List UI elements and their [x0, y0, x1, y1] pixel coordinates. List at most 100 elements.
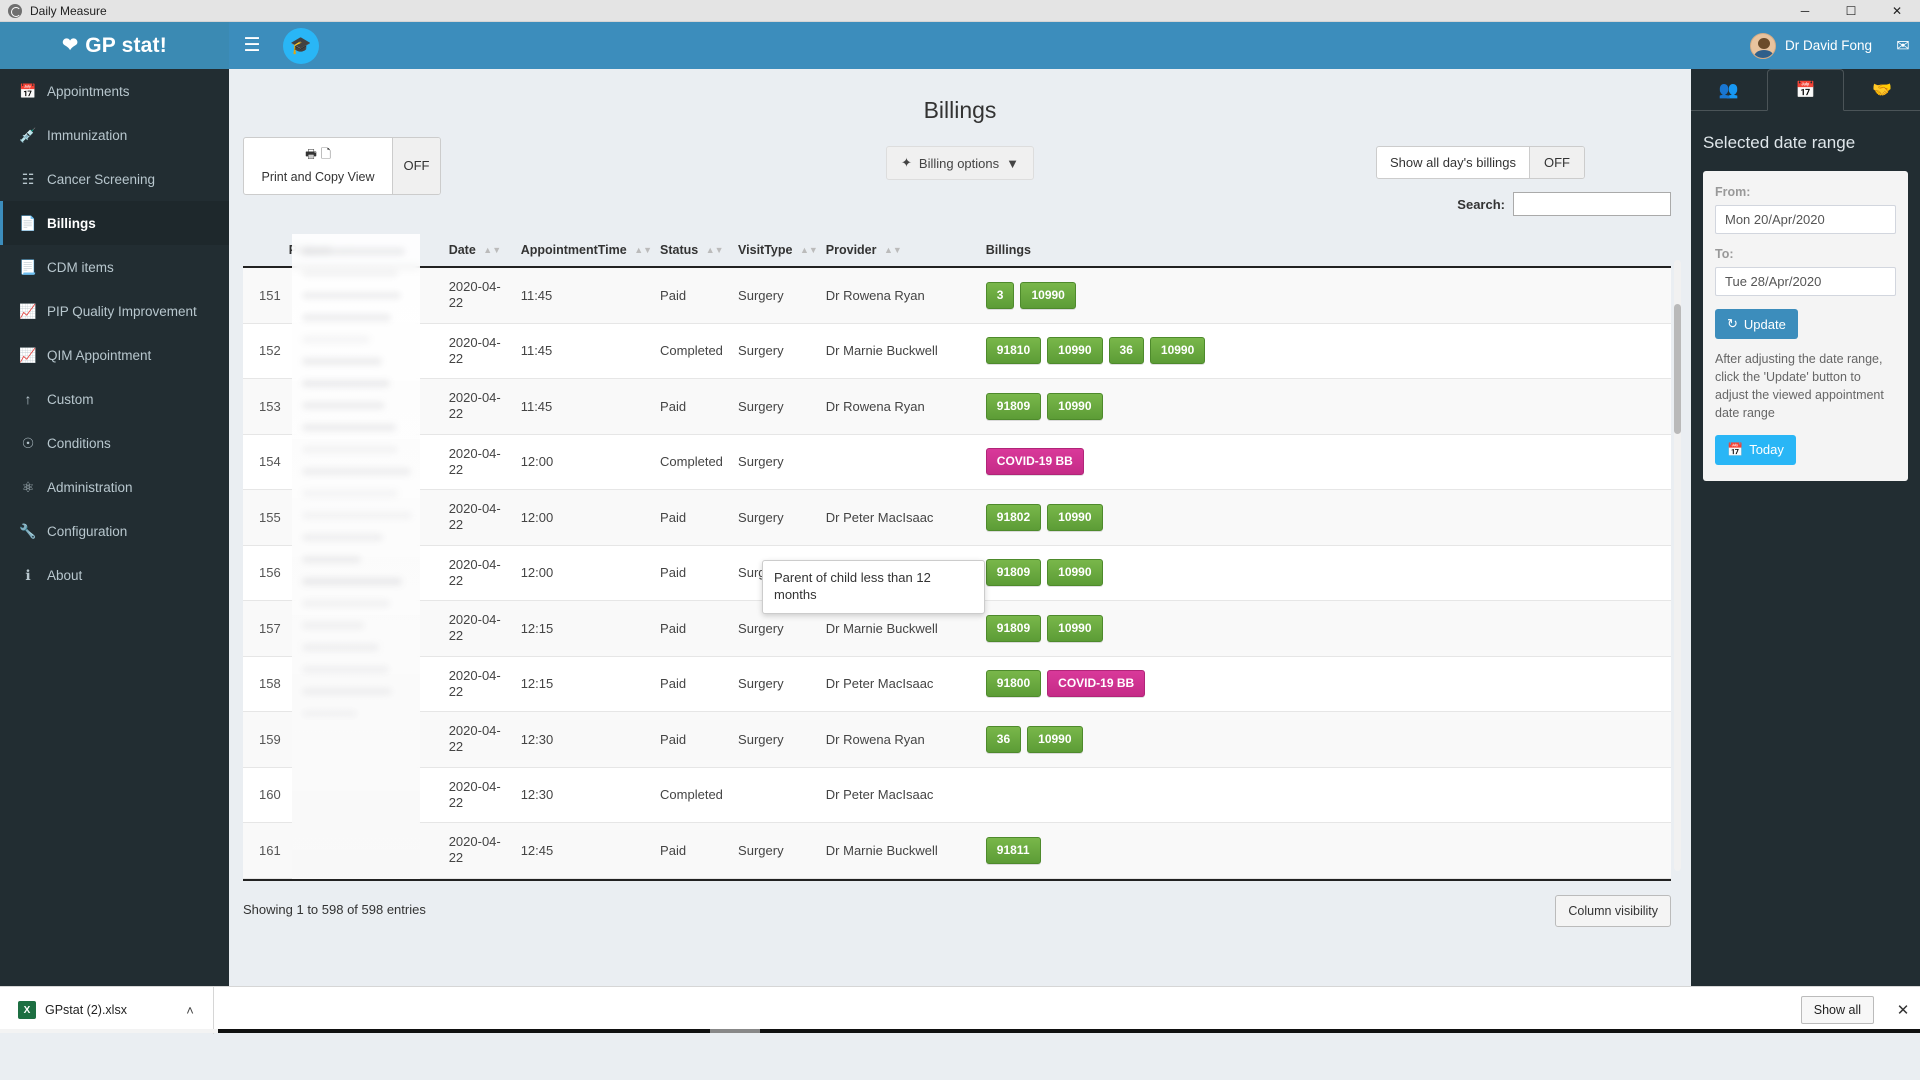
billing-badge[interactable]: 10990: [1027, 726, 1082, 753]
tab-providers[interactable]: 🤝: [1844, 69, 1920, 110]
envelope-icon[interactable]: ✉: [1886, 22, 1920, 69]
downloaded-file-item[interactable]: X GPstat (2).xlsx: [0, 1001, 175, 1019]
column-header-date-label: Date: [449, 243, 476, 257]
billing-badge[interactable]: 10990: [1047, 393, 1102, 420]
print-and-copy-view-toggle[interactable]: 🖶 🗋 Print and Copy View OFF: [243, 137, 441, 195]
print-and-copy-view-state[interactable]: OFF: [392, 138, 440, 194]
billing-badge[interactable]: 91811: [986, 837, 1041, 864]
table-row[interactable]: 1592020-04-2212:30PaidSurgeryDr Rowena R…: [243, 712, 1671, 768]
billing-badge[interactable]: COVID-19 BB: [1047, 670, 1145, 697]
tab-date-range[interactable]: 📅: [1767, 69, 1845, 111]
billing-badge[interactable]: 10990: [1047, 559, 1102, 586]
billing-badge[interactable]: 10990: [1047, 504, 1102, 531]
window-close-button[interactable]: ✕: [1874, 0, 1920, 22]
sidebar-item-label: Configuration: [47, 524, 127, 539]
brand-label: GP stat!: [85, 34, 167, 58]
column-visibility-button[interactable]: Column visibility: [1555, 895, 1671, 927]
cell-date: 2020-04-22: [449, 379, 521, 435]
row-index: 155: [243, 490, 289, 546]
chart-line-icon: 📈: [19, 303, 37, 320]
billing-badge[interactable]: 91809: [986, 615, 1041, 642]
billing-badge[interactable]: 91800: [986, 670, 1041, 697]
billing-badge[interactable]: 36: [1109, 337, 1144, 364]
window-maximize-button[interactable]: ☐: [1828, 0, 1874, 22]
cell-billings: 91810109903610990: [986, 323, 1671, 379]
show-all-day-billings-toggle[interactable]: Show all day's billings OFF: [1376, 146, 1585, 179]
billing-badge[interactable]: 36: [986, 726, 1021, 753]
today-button[interactable]: 📅 Today: [1715, 435, 1796, 465]
billing-badge[interactable]: 3: [986, 282, 1015, 309]
taskbar-strip-segment: [0, 1029, 218, 1033]
sidebar-item-cdm-items[interactable]: 📃 CDM items: [0, 245, 229, 289]
cell-patient: [289, 434, 449, 490]
column-header-appointment-time[interactable]: AppointmentTime ▲▼: [521, 234, 660, 267]
sidebar-item-configuration[interactable]: 🔧 Configuration: [0, 509, 229, 553]
cell-visit-type: Surgery: [738, 656, 826, 712]
table-row[interactable]: 1532020-04-2211:45PaidSurgeryDr Rowena R…: [243, 379, 1671, 435]
billing-badge[interactable]: 91809: [986, 393, 1041, 420]
column-header-patient[interactable]: Patient ▲▼: [289, 234, 449, 267]
cell-date: 2020-04-22: [449, 767, 521, 823]
cell-patient: [289, 323, 449, 379]
billing-badge[interactable]: 91809: [986, 559, 1041, 586]
billing-badge[interactable]: 10990: [1047, 615, 1102, 642]
date-range-card: From: To: ↻ Update After adjusting the d…: [1703, 171, 1908, 481]
close-downloads-bar-button[interactable]: ✕: [1886, 1001, 1920, 1019]
sidebar-item-billings[interactable]: 📄 Billings: [0, 201, 229, 245]
column-header-status[interactable]: Status ▲▼: [660, 234, 738, 267]
column-header-provider[interactable]: Provider ▲▼: [826, 234, 986, 267]
column-header-date[interactable]: Date ▲▼: [449, 234, 521, 267]
show-all-day-billings-state[interactable]: OFF: [1529, 147, 1584, 178]
column-header-billings[interactable]: Billings: [986, 234, 1671, 267]
table-row[interactable]: 1512020-04-2211:45PaidSurgeryDr Rowena R…: [243, 267, 1671, 323]
cell-provider: Dr Rowena Ryan: [826, 712, 986, 768]
sidebar-item-appointments[interactable]: 📅 Appointments: [0, 69, 229, 113]
cell-status: Paid: [660, 601, 738, 657]
billing-badge[interactable]: 10990: [1047, 337, 1102, 364]
table-row[interactable]: 1612020-04-2212:45PaidSurgeryDr Marnie B…: [243, 823, 1671, 879]
user-menu[interactable]: Dr David Fong: [1750, 33, 1886, 59]
update-button[interactable]: ↻ Update: [1715, 309, 1798, 339]
to-date-input[interactable]: [1715, 267, 1896, 296]
avatar: [1750, 33, 1776, 59]
cell-visit-type: Surgery: [738, 434, 826, 490]
billing-badge[interactable]: 10990: [1150, 337, 1205, 364]
tab-patients[interactable]: 👥: [1691, 69, 1767, 110]
table-row[interactable]: 1552020-04-2212:00PaidSurgeryDr Peter Ma…: [243, 490, 1671, 546]
app-brand[interactable]: ❤ GP stat!: [0, 22, 229, 69]
sidebar-item-cancer-screening[interactable]: ☷ Cancer Screening: [0, 157, 229, 201]
sidebar-item-about[interactable]: ℹ About: [0, 553, 229, 597]
sidebar-item-label: PIP Quality Improvement: [47, 304, 197, 319]
table-row[interactable]: 1582020-04-2212:15PaidSurgeryDr Peter Ma…: [243, 656, 1671, 712]
window-minimize-button[interactable]: ─: [1782, 0, 1828, 22]
column-header-visit-type-label: VisitType: [738, 243, 792, 257]
hamburger-menu-icon[interactable]: ☰: [229, 22, 275, 69]
sidebar-item-administration[interactable]: ⚛ Administration: [0, 465, 229, 509]
taskbar-divider: [213, 987, 214, 1034]
cell-appointment-time: 12:45: [521, 823, 660, 879]
billing-badge[interactable]: COVID-19 BB: [986, 448, 1084, 475]
table-row[interactable]: 1602020-04-2212:30CompletedDr Peter MacI…: [243, 767, 1671, 823]
billing-badge[interactable]: 10990: [1020, 282, 1075, 309]
sidebar-item-pip-quality-improvement[interactable]: 📈 PIP Quality Improvement: [0, 289, 229, 333]
sidebar-item-immunization[interactable]: 💉 Immunization: [0, 113, 229, 157]
billing-options-button[interactable]: ✦ Billing options ▼: [886, 146, 1034, 180]
from-date-input[interactable]: [1715, 205, 1896, 234]
billings-table: Patient ▲▼ Date ▲▼ AppointmentTime ▲▼: [243, 234, 1671, 879]
cell-provider: Dr Peter MacIsaac: [826, 767, 986, 823]
graduation-cap-icon[interactable]: 🎓: [283, 28, 319, 64]
billing-badge[interactable]: 91802: [986, 504, 1041, 531]
table-row[interactable]: 1522020-04-2211:45CompletedSurgeryDr Mar…: [243, 323, 1671, 379]
right-panel-title: Selected date range: [1691, 111, 1920, 171]
search-input[interactable]: [1513, 192, 1671, 216]
sidebar-item-conditions[interactable]: ☉ Conditions: [0, 421, 229, 465]
sidebar-item-qim-appointment[interactable]: 📈 QIM Appointment: [0, 333, 229, 377]
show-all-downloads-button[interactable]: Show all: [1801, 996, 1874, 1024]
billing-badge[interactable]: 91810: [986, 337, 1041, 364]
sidebar-item-custom[interactable]: ↑ Custom: [0, 377, 229, 421]
table-scrollbar-thumb[interactable]: [1674, 304, 1681, 434]
table-row[interactable]: 1542020-04-2212:00CompletedSurgeryCOVID-…: [243, 434, 1671, 490]
column-header-visit-type[interactable]: VisitType ▲▼: [738, 234, 826, 267]
chevron-up-icon[interactable]: ˄: [175, 1003, 205, 1018]
table-scrollbar[interactable]: [1674, 260, 1681, 871]
